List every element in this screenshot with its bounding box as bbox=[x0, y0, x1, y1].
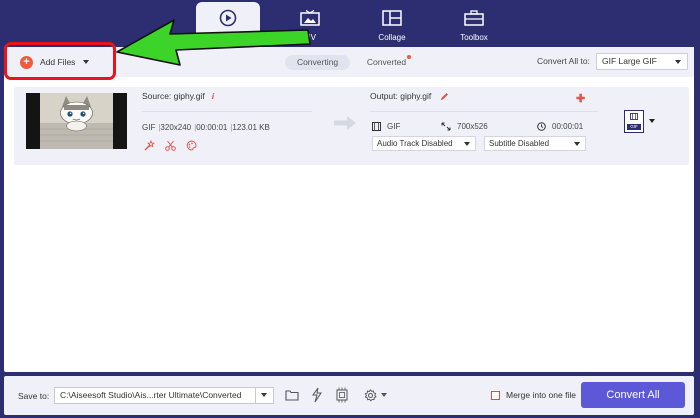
chevron-down-icon bbox=[261, 393, 267, 397]
source-format: GIF bbox=[142, 123, 156, 132]
enhance-icon[interactable] bbox=[144, 140, 155, 151]
chevron-down-icon bbox=[380, 393, 387, 397]
film-icon bbox=[372, 122, 381, 131]
info-icon[interactable]: i bbox=[212, 91, 214, 101]
edit-tools bbox=[144, 140, 197, 151]
save-path-dropdown[interactable] bbox=[255, 388, 273, 403]
divider bbox=[370, 111, 598, 112]
save-to-label: Save to: bbox=[18, 391, 50, 401]
tab-label: MV bbox=[304, 33, 316, 42]
tab-converted[interactable]: Converted bbox=[358, 55, 420, 70]
source-size: 123.01 KB bbox=[232, 123, 270, 132]
film-icon bbox=[630, 113, 638, 120]
output-label: Output: giphy.gif bbox=[370, 91, 432, 101]
add-segment-icon[interactable]: ✚ bbox=[576, 92, 585, 105]
source-label: Source: giphy.gif bbox=[142, 91, 205, 101]
format-badge: GIF bbox=[627, 124, 641, 130]
cut-icon[interactable] bbox=[165, 140, 176, 151]
save-path-field[interactable]: C:\Aiseesoft Studio\Ais...rter Ultimate\… bbox=[54, 387, 274, 404]
folder-icon bbox=[285, 390, 299, 401]
clock-icon bbox=[537, 122, 546, 131]
edit-icon[interactable] bbox=[440, 92, 449, 101]
tab-label: Collage bbox=[378, 33, 406, 42]
chevron-down-icon bbox=[574, 142, 580, 146]
convert-icon bbox=[219, 8, 237, 28]
checkbox-icon[interactable] bbox=[491, 390, 500, 400]
source-meta: GIF |320x240 |00:00:01 |123.01 KB bbox=[142, 123, 270, 132]
convert-all-format-select[interactable]: GIF Large GIF bbox=[596, 53, 688, 70]
file-row: Source: giphy.gif i GIF |320x240 |00:00:01 |… bbox=[14, 87, 689, 165]
tab-mv[interactable]: MV bbox=[278, 2, 342, 46]
output-resolution-value: 700x526 bbox=[457, 122, 488, 131]
convert-all-label: Convert All to: bbox=[537, 56, 590, 66]
output-format-button[interactable]: GIF bbox=[624, 110, 644, 133]
lightning-icon bbox=[312, 387, 322, 403]
video-thumbnail[interactable] bbox=[26, 93, 127, 149]
chip-icon bbox=[336, 387, 348, 403]
palette-icon[interactable] bbox=[186, 140, 197, 151]
highlight-box bbox=[4, 42, 116, 80]
merge-label: Merge into one file bbox=[506, 390, 576, 400]
mv-icon bbox=[300, 8, 320, 28]
notification-dot bbox=[407, 55, 412, 59]
merge-checkbox[interactable]: Merge into one file bbox=[491, 390, 576, 400]
chevron-down-icon bbox=[675, 60, 681, 64]
open-folder-button[interactable] bbox=[282, 385, 302, 405]
tab-collage[interactable]: Collage bbox=[360, 2, 424, 46]
audio-track-value: Audio Track Disabled bbox=[377, 139, 453, 148]
output-format: GIF bbox=[372, 122, 400, 131]
output-filename: Output: giphy.gif bbox=[370, 91, 449, 101]
convert-all-format-value: GIF Large GIF bbox=[602, 56, 657, 66]
hardware-acceleration-button[interactable] bbox=[307, 385, 327, 405]
output-duration-value: 00:00:01 bbox=[552, 122, 584, 131]
source-resolution: 320x240 bbox=[160, 123, 192, 132]
tab-convert[interactable]: Convert bbox=[196, 2, 260, 47]
toolbox-icon bbox=[464, 8, 484, 28]
output-resolution: 700x526 bbox=[441, 122, 488, 131]
bottom-bar: Save to: C:\Aiseesoft Studio\Ais...rter … bbox=[4, 376, 694, 415]
tab-converted-label: Converted bbox=[366, 57, 407, 67]
gpu-acceleration-button[interactable] bbox=[332, 385, 352, 405]
convert-all-button[interactable]: Convert All bbox=[581, 382, 685, 408]
source-filename: Source: giphy.gif i bbox=[142, 91, 214, 101]
audio-track-select[interactable]: Audio Track Disabled bbox=[372, 136, 476, 151]
collage-icon bbox=[382, 8, 402, 28]
gear-icon bbox=[364, 388, 377, 401]
top-nav: Convert MV Collage Toolbox bbox=[0, 0, 700, 47]
source-duration: 00:00:01 bbox=[196, 123, 228, 132]
chevron-down-icon[interactable] bbox=[649, 119, 655, 123]
tab-toolbox[interactable]: Toolbox bbox=[442, 2, 506, 46]
tab-label: Toolbox bbox=[460, 33, 488, 42]
subtitle-value: Subtitle Disabled bbox=[489, 139, 550, 148]
thumbnail-image bbox=[40, 93, 113, 149]
output-duration: 00:00:01 bbox=[537, 122, 583, 131]
settings-dropdown[interactable] bbox=[359, 385, 391, 405]
tab-converting[interactable]: Converting bbox=[285, 55, 350, 70]
save-path-value: C:\Aiseesoft Studio\Ais...rter Ultimate\… bbox=[60, 390, 242, 400]
subtitle-select[interactable]: Subtitle Disabled bbox=[484, 136, 586, 151]
arrow-right-icon bbox=[334, 116, 356, 130]
resize-icon bbox=[441, 122, 451, 131]
output-format-value: GIF bbox=[387, 122, 401, 131]
tab-label: Convert bbox=[213, 33, 242, 42]
main-panel: + Add Files Converting Converted Convert… bbox=[4, 47, 694, 372]
chevron-down-icon bbox=[464, 142, 470, 146]
divider bbox=[142, 111, 312, 112]
